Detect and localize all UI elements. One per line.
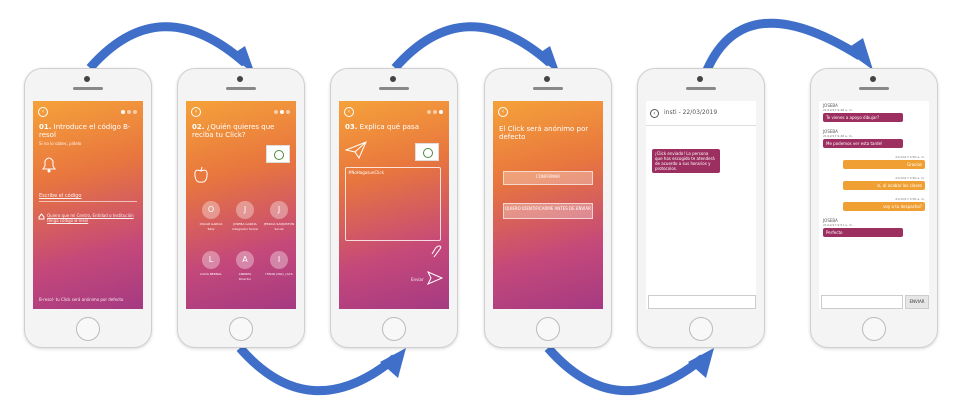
phone-1: ‹ 01. Introduce el código B-resol Si no … <box>24 68 152 348</box>
recipient-role: Director <box>238 277 252 281</box>
recipient-role: Tutor <box>207 227 215 231</box>
subtitle: Si no lo sabes, pídelo <box>39 141 82 146</box>
screen-chat-conversation: JOSEBA 21/12/17 9:48 a. m. Te vienes a apo… <box>819 101 929 309</box>
system-message: ¡Click enviado! La persona que has escog… <box>652 149 720 173</box>
back-icon[interactable]: ‹ <box>191 107 201 117</box>
message-textarea[interactable]: #NoHagasunClick <box>345 167 441 241</box>
footer-text: B-resol- tu Click será anónimo por defec… <box>39 297 124 302</box>
screen-message: ‹ 03. Explica qué pasa #NoHagasunClick E… <box>339 101 449 309</box>
outgoing-message: voy a tu despacho? <box>843 202 925 211</box>
message-input[interactable] <box>821 295 903 309</box>
home-button[interactable] <box>382 317 406 341</box>
recipient-name: ANDREA <box>238 272 252 276</box>
apple-icon <box>194 166 208 183</box>
message-time: 21/12/17 9:48 a. m. <box>823 134 853 138</box>
back-icon[interactable]: ‹ <box>344 107 354 117</box>
home-button[interactable] <box>689 317 713 341</box>
message-time: 21/12/17 9:50 a. m. <box>895 197 925 201</box>
house-icon <box>38 213 45 220</box>
message-input[interactable] <box>648 295 756 309</box>
page-dots <box>121 110 137 114</box>
phone-3: ‹ 03. Explica qué pasa #NoHagasunClick E… <box>330 68 458 348</box>
home-button[interactable] <box>76 317 100 341</box>
message-time: 21/12/17 9:50 a. m. <box>895 155 925 159</box>
phone-6: JOSEBA 21/12/17 9:48 a. m. Te vienes a apo… <box>810 68 938 348</box>
confirm-button[interactable]: CONFIRMAR <box>503 171 593 185</box>
message-time: 21/12/17 9:50 a. m. <box>895 176 925 180</box>
recipient-name: ITZIAR (NIA) | ACS <box>265 272 293 276</box>
paperclip-icon[interactable] <box>431 245 443 259</box>
incoming-message: Perfecto <box>823 228 903 237</box>
outgoing-message: Gracias <box>843 160 925 169</box>
institution-logo <box>266 145 290 163</box>
send-button[interactable]: ENVIAR <box>905 295 929 309</box>
flow-arrow-2 <box>236 345 406 396</box>
recipient-avatar[interactable]: A <box>236 251 254 269</box>
home-button[interactable] <box>536 317 560 341</box>
back-icon[interactable]: ‹ <box>650 109 659 118</box>
back-icon[interactable]: ‹ <box>498 107 508 117</box>
paper-plane-icon <box>345 141 367 159</box>
recipient-name: JOSEBA GARCÍA <box>233 222 257 226</box>
phone-4: ‹ El Click será anónimo por defecto CONF… <box>484 68 612 348</box>
anonymous-title: El Click será anónimo por defecto <box>499 125 589 141</box>
request-code-link[interactable]: Quiero que mi Centro, Entidad o Instituc… <box>47 213 143 223</box>
recipient-avatar[interactable]: J <box>270 201 288 219</box>
institution-logo <box>415 143 439 161</box>
back-icon[interactable]: ‹ <box>38 107 48 117</box>
step-title: 02. ¿Quién quieres que reciba tu Click? <box>192 123 275 139</box>
recipient-avatar[interactable]: J <box>236 201 254 219</box>
step-title: 03. Explica qué pasa <box>345 123 419 131</box>
send-icon[interactable] <box>427 271 443 285</box>
page-dots <box>427 110 443 114</box>
recipient-role: Social <box>274 227 284 231</box>
bell-icon <box>42 157 56 173</box>
message-time: 21/12/17 9:48 a. m. <box>823 108 853 112</box>
recipient-name: OSCAR GARCÍA <box>199 222 223 226</box>
recipient-avatar[interactable]: I <box>270 251 288 269</box>
home-button[interactable] <box>862 317 886 341</box>
home-button[interactable] <box>229 317 253 341</box>
send-label[interactable]: Enviar <box>411 277 424 282</box>
chat-title: insti - 22/03/2019 <box>664 109 718 116</box>
phone-5: ‹ insti - 22/03/2019 ¡Click enviado! La … <box>637 68 765 348</box>
code-input-label[interactable]: Escribe el código <box>39 193 81 199</box>
screen-code: ‹ 01. Introduce el código B-resol Si no … <box>33 101 143 309</box>
recipient-role: Integrador Social <box>232 227 258 231</box>
recipient-name: LUCÍA BERNAL <box>200 272 222 276</box>
incoming-message: Me podemos ver esta tarde! <box>823 139 903 148</box>
recipient-avatar[interactable]: O <box>202 201 220 219</box>
identify-button[interactable]: QUIERO IDENTIFICARME ANTES DE ENVIAR <box>503 203 593 219</box>
chat-header: ‹ insti - 22/03/2019 <box>646 101 756 126</box>
step-title: 01. Introduce el código B-resol <box>39 123 131 139</box>
recipient-avatar[interactable]: L <box>202 251 220 269</box>
page-dots <box>274 110 290 114</box>
screen-recipient: ‹ 02. ¿Quién quieres que reciba tu Click… <box>186 101 296 309</box>
phone-2: ‹ 02. ¿Quién quieres que reciba tu Click… <box>177 68 305 348</box>
flow-arrow-4 <box>544 345 714 396</box>
screen-chat-sent: ‹ insti - 22/03/2019 ¡Click enviado! La … <box>646 101 756 309</box>
screen-anonymous: ‹ El Click será anónimo por defecto CONF… <box>493 101 603 309</box>
incoming-message: Te vienes a apoyo dibujar? <box>823 113 903 122</box>
outgoing-message: sí, al acabar las clases <box>843 181 925 190</box>
recipient-name: JESSICA SANJUSTÓN <box>263 222 295 226</box>
message-time: 21/12/17 9:51 a. m. <box>823 223 853 227</box>
